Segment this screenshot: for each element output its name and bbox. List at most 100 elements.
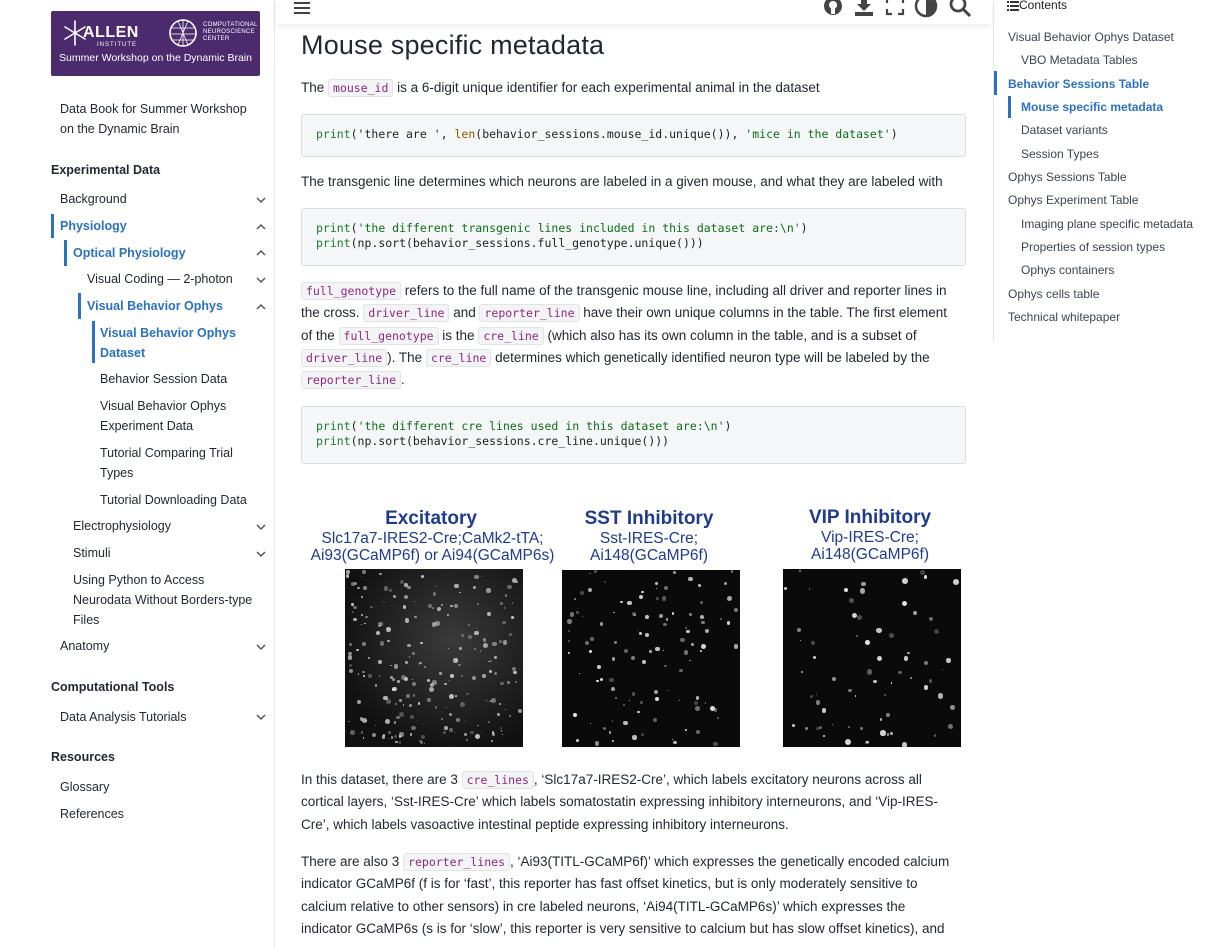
- chevron-down-icon[interactable]: [254, 193, 268, 207]
- cell-dot: [491, 739, 494, 742]
- cell-dot: [465, 739, 468, 741]
- cell-dot: [638, 594, 644, 600]
- sidebar-item-background[interactable]: Background: [60, 189, 127, 209]
- sidebar-item-vbo-dataset[interactable]: Visual Behavior Ophys Dataset: [100, 323, 250, 363]
- sidebar-item-optical-physiology[interactable]: Optical Physiology: [73, 243, 186, 263]
- cell-dot: [498, 640, 502, 644]
- sidebar-item-anatomy[interactable]: Anatomy: [60, 636, 109, 656]
- cell-dot: [381, 735, 386, 739]
- cell-dot: [573, 713, 577, 718]
- toc-item[interactable]: Ophys Sessions Table: [1008, 170, 1127, 184]
- cell-dot: [464, 733, 468, 737]
- toc-item[interactable]: Technical whitepaper: [1008, 310, 1120, 324]
- toc-item[interactable]: VBO Metadata Tables: [1021, 53, 1138, 67]
- cell-dot: [699, 614, 705, 620]
- figure-panel-subtitle: Ai148(GCaMP6f): [589, 547, 708, 564]
- fullscreen-icon[interactable]: [884, 0, 906, 18]
- sidebar-item-python-nwb[interactable]: Using Python to Access Neurodata Without…: [73, 570, 263, 630]
- cell-dot: [658, 613, 663, 618]
- theme-toggle-icon[interactable]: [914, 0, 938, 18]
- cell-dot: [424, 666, 427, 669]
- cell-dot: [671, 611, 675, 615]
- inline-code: cre_line: [425, 348, 492, 367]
- search-icon[interactable]: [948, 0, 972, 18]
- cell-dot: [393, 664, 399, 669]
- cell-dot: [459, 591, 462, 594]
- site-logo[interactable]: ALLEN INSTITUTE COMPUTATIONAL NEUROSCIEN…: [51, 11, 260, 76]
- toc-item[interactable]: Behavior Sessions Table: [1008, 77, 1149, 91]
- active-indicator: [51, 214, 54, 238]
- toc-item[interactable]: Mouse specific metadata: [1021, 100, 1163, 114]
- cell-dot: [599, 678, 603, 682]
- cell-dot: [685, 729, 688, 732]
- book-title-link[interactable]: Data Book for Summer Workshop on the Dyn…: [60, 99, 260, 139]
- cell-dot: [574, 597, 577, 601]
- toc-item[interactable]: Imaging plane specific metadata: [1021, 217, 1193, 231]
- code-token: (np.sort(behavior_sessions.cre_line.uniq…: [350, 434, 670, 448]
- sidebar-item-physiology[interactable]: Physiology: [60, 216, 127, 236]
- cell-dot: [431, 622, 436, 627]
- code-block-transgenic-lines[interactable]: print('the different transgenic lines in…: [301, 208, 966, 266]
- cell-dot: [576, 610, 580, 614]
- code-token: print: [316, 434, 351, 448]
- code-block-cre-lines[interactable]: print('the different cre lines used in t…: [301, 406, 966, 464]
- cell-dot: [849, 598, 855, 603]
- cell-dot: [636, 710, 640, 714]
- chevron-up-icon[interactable]: [254, 300, 268, 314]
- sidebar-item-tutorial-downloading[interactable]: Tutorial Downloading Data: [100, 490, 247, 510]
- chevron-up-icon[interactable]: [254, 246, 268, 260]
- cell-dot: [447, 648, 449, 650]
- chevron-down-icon[interactable]: [254, 520, 268, 534]
- cell-dot: [623, 648, 628, 653]
- toc-item[interactable]: Session Types: [1021, 147, 1099, 161]
- cell-dot: [716, 717, 719, 720]
- sidebar-item-visual-behavior-ophys[interactable]: Visual Behavior Ophys: [87, 296, 223, 316]
- cell-dot: [352, 605, 357, 610]
- sidebar-item-tutorial-trial-types[interactable]: Tutorial Comparing Trial Types: [100, 443, 250, 483]
- chevron-up-icon[interactable]: [254, 220, 268, 234]
- sidebar-item-references[interactable]: References: [60, 804, 124, 824]
- toc-item[interactable]: Visual Behavior Ophys Dataset: [1008, 30, 1174, 44]
- cell-dot: [937, 693, 944, 699]
- cell-dot: [923, 660, 929, 666]
- cell-dot: [567, 630, 570, 633]
- toc-item[interactable]: Ophys Experiment Table: [1008, 193, 1139, 207]
- toc-item[interactable]: Dataset variants: [1021, 123, 1108, 137]
- cell-dot: [480, 731, 483, 734]
- download-icon[interactable]: [853, 0, 875, 18]
- cell-dot: [474, 574, 480, 580]
- sidebar-item-behavior-session-data[interactable]: Behavior Session Data: [100, 369, 227, 389]
- toc-item[interactable]: Ophys cells table: [1008, 287, 1099, 301]
- cell-dot: [595, 679, 599, 683]
- code-block-mouse-count[interactable]: print('there are ', len(behavior_session…: [301, 114, 966, 157]
- toc-item[interactable]: Properties of session types: [1021, 240, 1165, 254]
- chevron-down-icon[interactable]: [254, 273, 268, 287]
- github-icon[interactable]: [822, 0, 844, 18]
- cell-dot: [611, 739, 615, 743]
- sidebar-item-data-analysis-tutorials[interactable]: Data Analysis Tutorials: [60, 707, 186, 727]
- cell-dot: [477, 725, 479, 727]
- cell-dot: [475, 734, 480, 739]
- text-span: .: [401, 372, 405, 388]
- cell-dot: [620, 600, 623, 604]
- menu-icon[interactable]: [292, 0, 312, 19]
- sidebar-item-stimuli[interactable]: Stimuli: [73, 543, 111, 563]
- cell-dot: [652, 718, 657, 722]
- paragraph-reporter-lines: There are also 3 reporter_lines, ‘Ai93(T…: [301, 851, 965, 940]
- text-span: ). The: [387, 349, 426, 365]
- sidebar-item-glossary[interactable]: Glossary: [60, 777, 109, 797]
- cell-dot: [485, 700, 487, 702]
- cell-dot: [638, 631, 642, 635]
- chevron-down-icon[interactable]: [254, 710, 268, 724]
- chevron-down-icon[interactable]: [254, 640, 268, 654]
- chevron-down-icon[interactable]: [254, 547, 268, 561]
- sidebar-item-vbo-experiment-data[interactable]: Visual Behavior Ophys Experiment Data: [100, 396, 250, 436]
- cell-dot: [490, 660, 492, 662]
- cell-dot: [796, 627, 801, 632]
- sidebar-item-electrophysiology[interactable]: Electrophysiology: [73, 516, 171, 536]
- toc-item[interactable]: Ophys containers: [1021, 263, 1114, 277]
- cell-dot: [433, 592, 437, 596]
- cell-dot: [409, 733, 413, 736]
- sidebar-item-visual-coding[interactable]: Visual Coding — 2-photon: [87, 269, 233, 289]
- cell-dot: [800, 670, 803, 673]
